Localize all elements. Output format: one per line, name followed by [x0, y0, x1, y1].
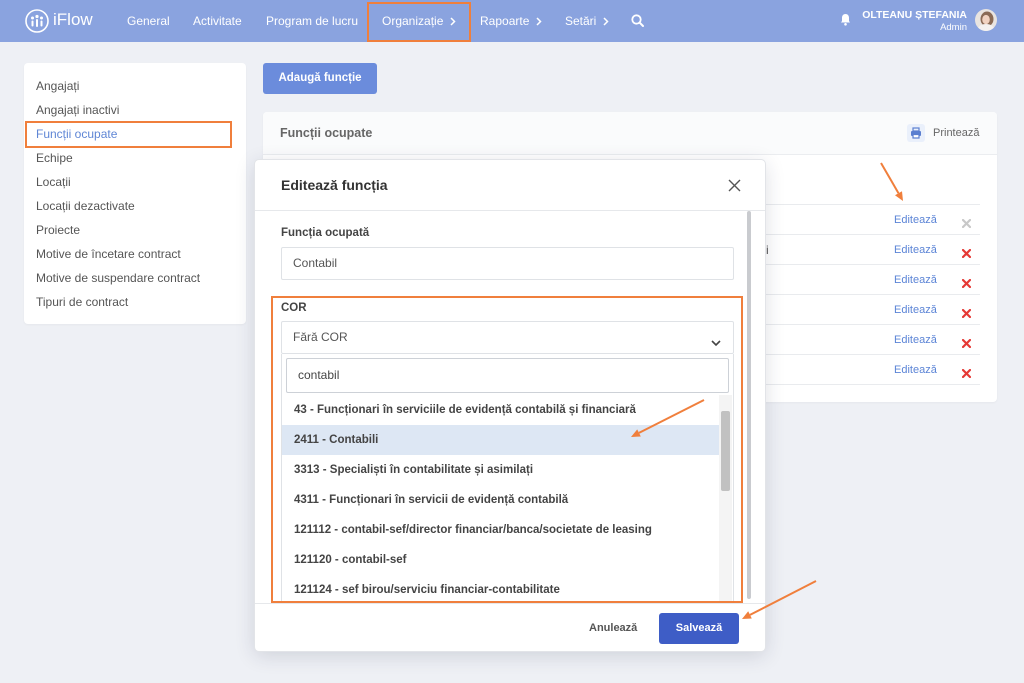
sidebar-item-angajati[interactable]: Angajați — [24, 74, 246, 98]
card-header: Funcții ocupate Printează — [263, 112, 997, 155]
sidebar-item-locatii-dezactivate[interactable]: Locații dezactivate — [24, 194, 246, 218]
nav-setari[interactable]: Setări — [565, 0, 609, 42]
modal-title: Editează funcția — [281, 177, 388, 193]
sidebar-item-echipe[interactable]: Echipe — [24, 146, 246, 170]
sidebar: Angajați Angajați inactivi Funcții ocupa… — [24, 63, 246, 324]
delete-icon[interactable] — [961, 305, 972, 319]
sidebar-item-motive-incetare[interactable]: Motive de încetare contract — [24, 242, 246, 266]
edit-link[interactable]: Editează — [894, 205, 937, 235]
top-navigation-bar: iFlow General Activitate Program de lucr… — [0, 0, 1024, 42]
nav-activitate[interactable]: Activitate — [193, 0, 242, 42]
chevron-right-icon — [603, 16, 609, 26]
add-function-button[interactable]: Adaugă funcție — [263, 63, 377, 94]
user-role: Admin — [940, 22, 967, 33]
modal-scrollbar[interactable] — [747, 211, 751, 599]
delete-icon[interactable] — [961, 215, 972, 229]
nav-program-de-lucru[interactable]: Program de lucru — [266, 0, 358, 42]
avatar[interactable] — [975, 9, 997, 31]
sidebar-item-motive-suspendare[interactable]: Motive de suspendare contract — [24, 266, 246, 290]
card-title: Funcții ocupate — [280, 126, 373, 140]
edit-link[interactable]: Editează — [894, 355, 937, 385]
nav-label: Rapoarte — [480, 14, 530, 28]
nav-label: Setări — [565, 14, 597, 28]
edit-link[interactable]: Editează — [894, 325, 937, 355]
annotation-highlight-sidebar — [25, 121, 232, 148]
edit-link[interactable]: Editează — [894, 295, 937, 325]
save-button[interactable]: Salvează — [659, 613, 739, 644]
sidebar-item-proiecte[interactable]: Proiecte — [24, 218, 246, 242]
job-field-value: Contabil — [293, 256, 338, 270]
nav-label: General — [127, 14, 170, 28]
delete-icon[interactable] — [961, 365, 972, 379]
app-name[interactable]: iFlow — [53, 10, 93, 30]
sidebar-item-locatii[interactable]: Locații — [24, 170, 246, 194]
user-name[interactable]: OLTEANU ȘTEFANIA — [855, 9, 967, 22]
annotation-highlight-cor — [271, 296, 743, 603]
modal-header: Editează funcția — [255, 160, 765, 211]
print-label: Printează — [933, 127, 980, 139]
bell-icon[interactable] — [840, 13, 851, 26]
job-field-label: Funcția ocupată — [281, 227, 370, 239]
people-circle-icon[interactable] — [25, 9, 49, 33]
close-icon[interactable] — [728, 179, 741, 192]
chevron-right-icon — [536, 16, 542, 26]
delete-icon[interactable] — [961, 245, 972, 259]
print-button[interactable]: Printează — [907, 124, 979, 142]
edit-link[interactable]: Editează — [894, 235, 937, 265]
cancel-button[interactable]: Anulează — [589, 613, 637, 644]
nav-label: Activitate — [193, 14, 242, 28]
modal-footer: Anulează Salvează — [255, 603, 765, 651]
printer-icon — [907, 124, 925, 142]
annotation-highlight-nav — [367, 2, 471, 42]
job-field-input[interactable]: Contabil — [281, 247, 734, 280]
delete-icon[interactable] — [961, 335, 972, 349]
sidebar-item-tipuri-contract[interactable]: Tipuri de contract — [24, 290, 246, 314]
nav-rapoarte[interactable]: Rapoarte — [480, 0, 542, 42]
search-icon[interactable] — [631, 14, 644, 27]
sidebar-item-angajati-inactivi[interactable]: Angajați inactivi — [24, 98, 246, 122]
edit-link[interactable]: Editează — [894, 265, 937, 295]
delete-icon[interactable] — [961, 275, 972, 289]
nav-label: Program de lucru — [266, 14, 359, 28]
nav-general[interactable]: General — [127, 0, 170, 42]
function-name-fragment: i — [766, 243, 769, 257]
